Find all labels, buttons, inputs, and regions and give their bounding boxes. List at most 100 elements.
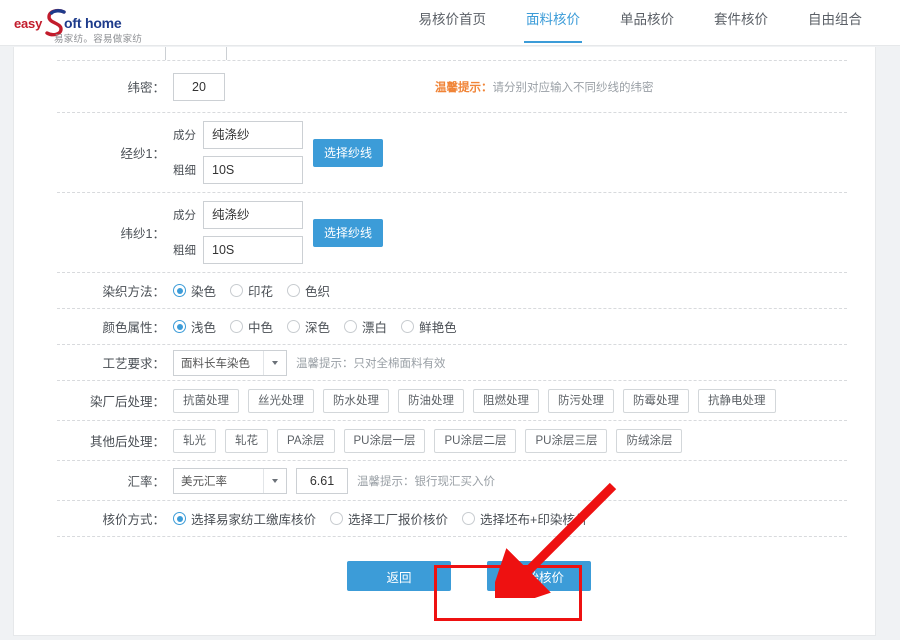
other-finishing-label: 其他后处理：	[89, 435, 165, 449]
other-finishing-tags: 轧光 轧花 PA涂层 PU涂层一层 PU涂层二层 PU涂层三层 防绒涂层	[173, 428, 683, 453]
weft-density-input[interactable]: 20	[173, 72, 225, 101]
site-logo[interactable]: easy oft home 易家纺。容易做家纺	[10, 6, 170, 45]
weft-yarn-1-select-button[interactable]: 选择纱线	[313, 218, 384, 247]
weft-yarn-1-composition-line: 成分 纯涤纱	[173, 201, 303, 229]
pricing-method-option-factory[interactable]: 选择工厂报价核价	[330, 509, 448, 528]
nav-item-home[interactable]: 易核价首页	[399, 0, 507, 46]
weft-density-tip-prefix: 温馨提示：	[435, 81, 493, 94]
tag-pu-coating-3[interactable]: PU涂层三层	[525, 428, 608, 453]
process-requirement-label: 工艺要求：	[102, 357, 165, 371]
radio-icon	[230, 284, 244, 297]
tag-mercerized[interactable]: 丝光处理	[248, 388, 314, 413]
color-property-option-medium[interactable]: 中色	[230, 317, 273, 336]
weft-density-label: 纬密：	[127, 81, 165, 95]
pricing-method-option-greige-label: 选择坯布+印染核价	[480, 513, 588, 527]
tag-pu-coating-2[interactable]: PU涂层二层	[434, 428, 517, 453]
weft-yarn-1-count-label: 粗细	[173, 245, 196, 257]
radio-icon	[462, 512, 476, 525]
color-property-option-dark-label: 深色	[305, 321, 331, 335]
dye-house-finishing-label: 染厂后处理：	[89, 395, 165, 409]
row-weft-yarn-1: 纬纱1： 成分 纯涤纱 粗细 10S 选择纱线	[57, 193, 847, 273]
form-actions-buttons: 返回 开始核价	[347, 561, 591, 591]
warp-yarn-1-count-label: 粗细	[173, 165, 196, 177]
warp-yarn-1-count-line: 粗细 10S	[173, 156, 303, 184]
tag-antistatic[interactable]: 抗静电处理	[698, 388, 776, 413]
logo-tagline: 易家纺。容易做家纺	[54, 34, 143, 45]
row-dye-house-finishing: 染厂后处理： 抗菌处理 丝光处理 防水处理 防油处理 阻燃处理 防污处理 防霉处…	[57, 381, 847, 421]
dye-method-option-dyed-label: 染色	[191, 285, 217, 299]
tag-downproof-coating[interactable]: 防绒涂层	[616, 428, 683, 453]
pricing-method-option-ejiafang[interactable]: 选择易家纺工缴库核价	[173, 509, 316, 528]
pricing-method-option-greige[interactable]: 选择坯布+印染核价	[462, 509, 587, 528]
row-exchange-rate: 汇率： 美元汇率 6.61 温馨提示：银行现汇买入价	[57, 461, 847, 501]
exchange-rate-input[interactable]: 6.61	[296, 467, 348, 494]
row-partial-top	[57, 47, 847, 61]
pricing-method-option-factory-label: 选择工厂报价核价	[348, 513, 449, 527]
weft-yarn-1-count-line: 粗细 10S	[173, 236, 303, 264]
dye-method-options: 染色 印花 色织	[173, 281, 330, 300]
tag-pa-coating[interactable]: PA涂层	[277, 428, 335, 453]
pricing-method-options: 选择易家纺工缴库核价 选择工厂报价核价 选择坯布+印染核价	[173, 509, 587, 528]
tag-waterproof[interactable]: 防水处理	[323, 388, 389, 413]
warp-yarn-1-composition-input[interactable]: 纯涤纱	[203, 121, 303, 149]
partial-input-top[interactable]	[165, 47, 227, 60]
fabric-pricing-form: 纬密： 20 温馨提示：请分别对应输入不同纱线的纬密 经纱1： 成分 纯涤纱 粗…	[57, 47, 847, 633]
exchange-rate-currency-select[interactable]: 美元汇率	[173, 467, 287, 494]
warp-yarn-1-label: 经纱1：	[120, 147, 165, 161]
exchange-rate-label: 汇率：	[127, 475, 165, 489]
tag-stainproof[interactable]: 防污处理	[548, 388, 614, 413]
color-property-label: 颜色属性：	[102, 321, 165, 335]
color-property-option-bright-label: 鲜艳色	[419, 321, 457, 335]
logo-word-softhome: oft home	[64, 15, 122, 31]
nav-item-item-pricing[interactable]: 单品核价	[600, 0, 694, 46]
dye-method-option-yarndyed[interactable]: 色织	[287, 281, 330, 300]
row-weft-density: 纬密： 20 温馨提示：请分别对应输入不同纱线的纬密	[57, 61, 847, 113]
color-property-option-medium-label: 中色	[248, 321, 274, 335]
pricing-method-label: 核价方式：	[102, 513, 165, 527]
logo-word-easy: easy	[14, 16, 43, 31]
dye-method-option-yarndyed-label: 色织	[305, 285, 331, 299]
warp-yarn-1-group: 成分 纯涤纱 粗细 10S 选择纱线	[173, 121, 384, 184]
warp-yarn-1-select-button[interactable]: 选择纱线	[313, 138, 384, 167]
process-requirement-select[interactable]: 面料长车染色	[173, 349, 287, 376]
back-button[interactable]: 返回	[347, 561, 451, 591]
color-property-option-bleached[interactable]: 漂白	[344, 317, 387, 336]
weft-yarn-1-fields: 成分 纯涤纱 粗细 10S	[173, 201, 303, 264]
nav-item-free-combo[interactable]: 自由组合	[788, 0, 882, 46]
tag-antimildew[interactable]: 防霉处理	[623, 388, 689, 413]
tag-oilproof[interactable]: 防油处理	[398, 388, 464, 413]
color-property-option-light[interactable]: 浅色	[173, 317, 216, 336]
weft-yarn-1-count-input[interactable]: 10S	[203, 236, 303, 264]
row-color-property: 颜色属性： 浅色 中色 深色 漂白 鲜艳色	[57, 309, 847, 345]
weft-yarn-1-label: 纬纱1：	[120, 227, 165, 241]
form-actions: 返回 开始核价	[57, 537, 847, 633]
chevron-down-icon[interactable]	[263, 350, 286, 375]
color-property-options: 浅色 中色 深色 漂白 鲜艳色	[173, 317, 457, 336]
row-pricing-method: 核价方式： 选择易家纺工缴库核价 选择工厂报价核价 选择坯布+印染核价	[57, 501, 847, 537]
dye-method-label: 染织方法：	[102, 285, 165, 299]
process-requirement-tip: 温馨提示：只对全棉面料有效	[296, 357, 446, 370]
dye-house-finishing-tags: 抗菌处理 丝光处理 防水处理 防油处理 阻燃处理 防污处理 防霉处理 抗静电处理	[173, 388, 776, 413]
tag-pu-coating-1[interactable]: PU涂层一层	[343, 428, 426, 453]
weft-density-tip-text: 请分别对应输入不同纱线的纬密	[492, 81, 654, 94]
tag-flame-retardant[interactable]: 阻燃处理	[473, 388, 539, 413]
weft-yarn-1-composition-input[interactable]: 纯涤纱	[203, 201, 303, 229]
tag-calendering[interactable]: 轧光	[173, 428, 216, 453]
tag-embossing[interactable]: 轧花	[225, 428, 268, 453]
nav-item-set-pricing[interactable]: 套件核价	[694, 0, 788, 46]
chevron-down-icon[interactable]	[263, 468, 286, 493]
start-pricing-button[interactable]: 开始核价	[487, 561, 591, 591]
radio-icon	[173, 284, 186, 297]
process-requirement-selected-value: 面料长车染色	[181, 357, 250, 370]
dye-method-option-printed[interactable]: 印花	[230, 281, 273, 300]
radio-icon	[287, 284, 301, 297]
nav-item-fabric-pricing[interactable]: 面料核价	[506, 0, 600, 46]
color-property-option-bright[interactable]: 鲜艳色	[401, 317, 457, 336]
warp-yarn-1-composition-label: 成分	[173, 130, 196, 142]
tag-antibacterial[interactable]: 抗菌处理	[173, 388, 239, 413]
dye-method-option-dyed[interactable]: 染色	[173, 281, 216, 300]
radio-icon	[287, 320, 301, 333]
warp-yarn-1-count-input[interactable]: 10S	[203, 156, 303, 184]
weft-yarn-1-composition-label: 成分	[173, 210, 196, 222]
color-property-option-dark[interactable]: 深色	[287, 317, 330, 336]
